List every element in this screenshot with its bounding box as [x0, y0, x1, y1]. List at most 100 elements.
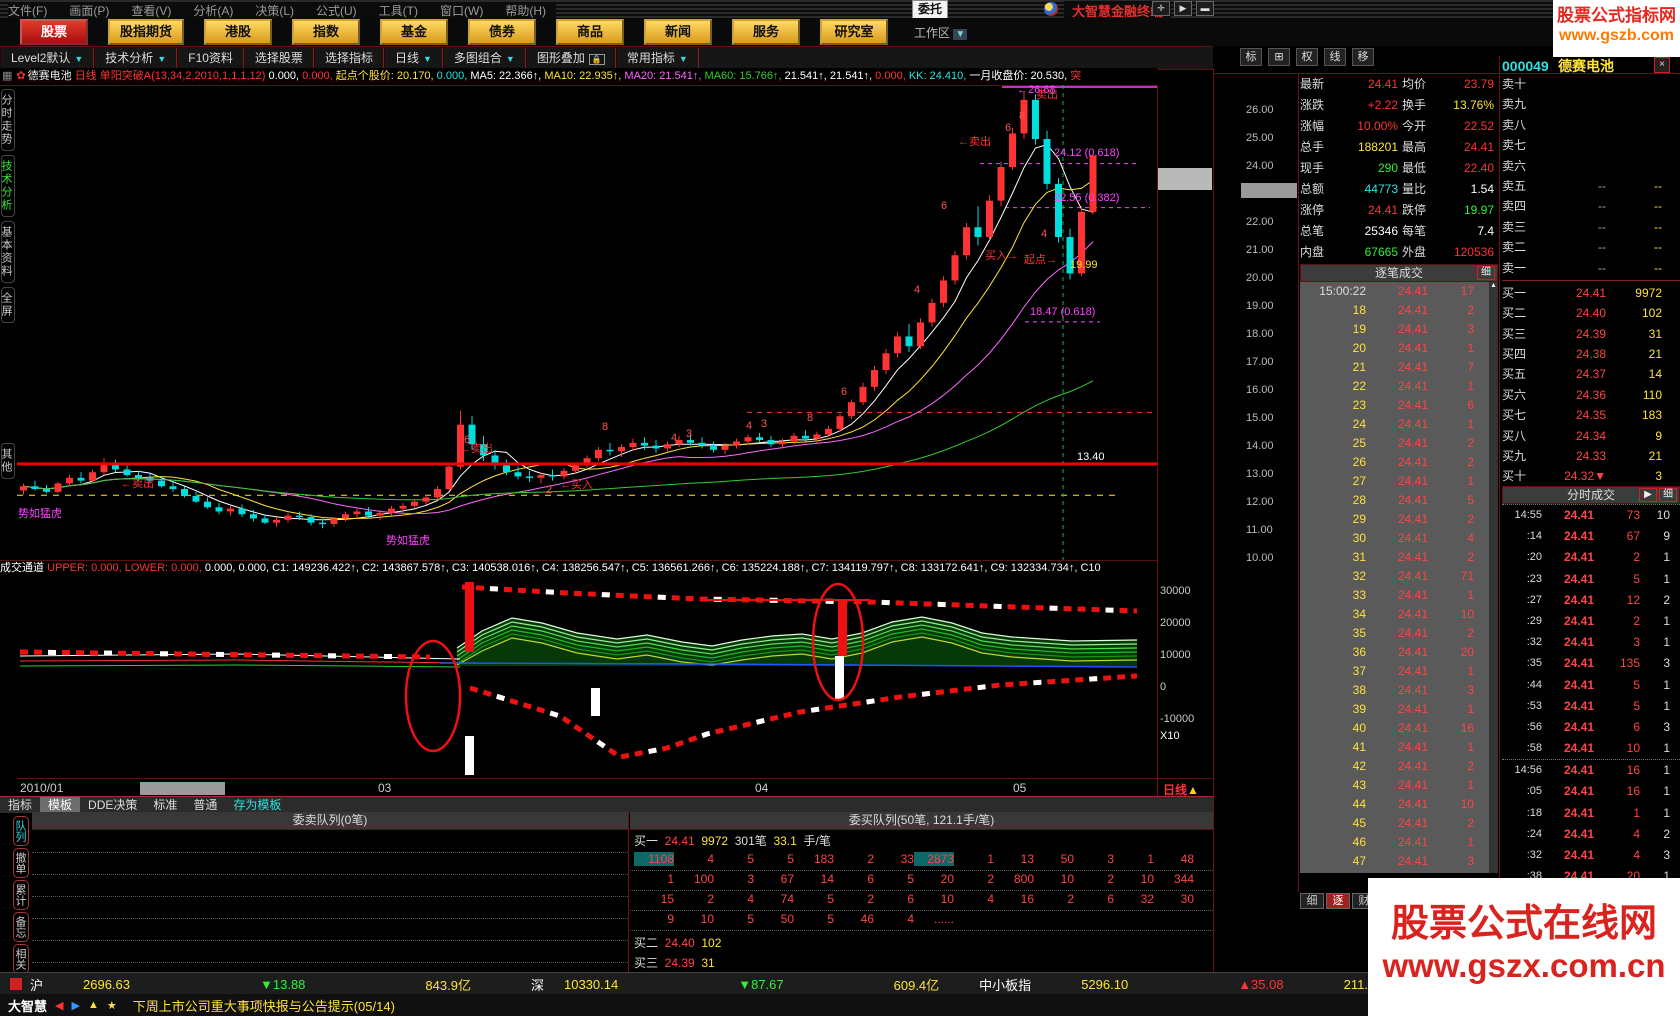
tick-row[interactable]: 15:00:22 24.41 17: [1300, 282, 1498, 301]
nav-button-研究室[interactable]: 研究室: [820, 19, 889, 45]
tab-普通[interactable]: 普通: [185, 797, 225, 813]
toolbar-item-日线[interactable]: 日线 ▼: [383, 48, 443, 68]
nav-button-商品[interactable]: 商品: [556, 19, 625, 45]
minute-row[interactable]: :23 24.41 5 1: [1502, 569, 1680, 590]
toolbar-item-图形叠加[interactable]: 图形叠加 🔒: [525, 48, 616, 68]
sell-level-row[interactable]: 卖十: [1502, 74, 1680, 94]
entrust-button[interactable]: 委托: [912, 0, 948, 19]
tick-row[interactable]: 21 24.41 7: [1300, 358, 1498, 377]
tick-row[interactable]: 33 24.41 1: [1300, 586, 1498, 605]
tick-row[interactable]: 28 24.41 5: [1300, 491, 1498, 510]
buy-level-row[interactable]: 买三 24.39 31: [1502, 324, 1680, 344]
tick-row[interactable]: 47 24.41 3: [1300, 852, 1498, 871]
buy-level-row[interactable]: 买一 24.41 9972: [1502, 283, 1680, 303]
vtab-队列[interactable]: 队列: [13, 816, 29, 846]
minute-row[interactable]: :27 24.41 12 2: [1502, 590, 1680, 611]
buy-level-row[interactable]: 买六 24.36 110: [1502, 385, 1680, 405]
tick-row[interactable]: 38 24.41 3: [1300, 681, 1498, 700]
mini-tool-button[interactable]: 权: [1296, 48, 1318, 66]
sidebar-tab-分时走势[interactable]: 分时走势: [0, 89, 15, 151]
minute-row[interactable]: 14:56 24.41 16 1: [1502, 759, 1680, 781]
toolbar-item-多图组合[interactable]: 多图组合 ▼: [442, 48, 526, 68]
scroll-thumb[interactable]: [1158, 168, 1212, 190]
sell-level-row[interactable]: 卖五 -- --: [1502, 176, 1680, 196]
sell-level-row[interactable]: 卖七: [1502, 135, 1680, 155]
tick-row[interactable]: 39 24.41 1: [1300, 700, 1498, 719]
sell-level-row[interactable]: 卖二 -- --: [1502, 237, 1680, 257]
tick-row[interactable]: 26 24.41 2: [1300, 453, 1498, 472]
tick-row[interactable]: 32 24.41 71: [1300, 567, 1498, 586]
minute-row[interactable]: :44 24.41 5 1: [1502, 675, 1680, 696]
menu-item[interactable]: 窗口(W): [440, 2, 483, 19]
tab-DDE决策[interactable]: DDE决策: [80, 797, 145, 813]
minute-row[interactable]: :29 24.41 2 1: [1502, 611, 1680, 632]
buy-level-row[interactable]: 买二 24.40 102: [1502, 303, 1680, 323]
sell-level-row[interactable]: 卖六: [1502, 156, 1680, 176]
menu-item[interactable]: 决策(L): [255, 2, 294, 19]
nav-button-基金[interactable]: 基金: [380, 19, 449, 45]
nav-button-指数[interactable]: 指数: [292, 19, 361, 45]
nav-button-债券[interactable]: 债券: [468, 19, 537, 45]
nav-button-港股[interactable]: 港股: [204, 19, 273, 45]
sell-level-row[interactable]: 卖三 -- --: [1502, 217, 1680, 237]
tick-row[interactable]: 31 24.41 2: [1300, 548, 1498, 567]
tick-row[interactable]: 45 24.41 2: [1300, 814, 1498, 833]
workspace-selector[interactable]: 工作区 ▼: [914, 24, 968, 41]
tick-row[interactable]: 40 24.41 16: [1300, 719, 1498, 738]
sell-level-row[interactable]: 卖四 -- --: [1502, 196, 1680, 216]
tick-row[interactable]: 24 24.41 1: [1300, 415, 1498, 434]
sidebar-tab-其他[interactable]: 其他: [0, 443, 15, 479]
tick-row[interactable]: 30 24.41 4: [1300, 529, 1498, 548]
menu-item[interactable]: 帮助(H): [505, 2, 546, 19]
detail-button[interactable]: 细: [1659, 488, 1677, 502]
play-button[interactable]: ▶: [1639, 488, 1657, 502]
sidebar-tab-全屏[interactable]: 全屏: [0, 287, 15, 323]
sidebar-tab-技术分析[interactable]: 技术分析: [0, 155, 15, 217]
minute-row[interactable]: :14 24.41 67 9: [1502, 526, 1680, 547]
buy-level-row[interactable]: 买四 24.38 21: [1502, 344, 1680, 364]
tick-row[interactable]: 19 24.41 3: [1300, 320, 1498, 339]
tick-row[interactable]: 23 24.41 6: [1300, 396, 1498, 415]
tab-存为模板[interactable]: 存为模板: [225, 797, 289, 813]
minute-row[interactable]: :32 24.41 4 3: [1502, 845, 1680, 866]
sell-level-row[interactable]: 卖一 -- --: [1502, 258, 1680, 278]
menu-item[interactable]: 分析(A): [193, 2, 233, 19]
tick-row[interactable]: 18 24.41 2: [1300, 301, 1498, 320]
tab-标准[interactable]: 标准: [145, 797, 185, 813]
minute-row[interactable]: :58 24.41 10 1: [1502, 738, 1680, 759]
sell-level-row[interactable]: 卖九: [1502, 94, 1680, 114]
toolbar-item-选择指标[interactable]: 选择指标: [313, 48, 384, 68]
detail-button[interactable]: 细: [1477, 266, 1495, 280]
menu-item[interactable]: 查看(V): [131, 2, 171, 19]
tick-row[interactable]: 42 24.41 2: [1300, 757, 1498, 776]
tick-row[interactable]: 44 24.41 10: [1300, 795, 1498, 814]
mini-tool-button[interactable]: 标: [1240, 48, 1262, 66]
minute-row[interactable]: :56 24.41 6 3: [1502, 717, 1680, 738]
tick-row[interactable]: 34 24.41 10: [1300, 605, 1498, 624]
minute-row[interactable]: 14:55 24.41 73 10: [1502, 504, 1680, 526]
nav-button-新闻[interactable]: 新闻: [644, 19, 713, 45]
buy-level-row[interactable]: 买八 24.34 9: [1502, 426, 1680, 446]
minute-row[interactable]: :53 24.41 5 1: [1502, 696, 1680, 717]
toolbar-item-Level2默认[interactable]: Level2默认 ▼: [0, 48, 95, 68]
toolbar-item-选择股票[interactable]: 选择股票: [243, 48, 314, 68]
toolbar-item-常用指标[interactable]: 常用指标 ▼: [615, 48, 699, 68]
minute-row[interactable]: :32 24.41 3 1: [1502, 632, 1680, 653]
horizontal-scroll-thumb[interactable]: [140, 782, 225, 795]
tick-row[interactable]: 41 24.41 1: [1300, 738, 1498, 757]
vtab-累计[interactable]: 累计: [13, 880, 29, 910]
sell-level-row[interactable]: 卖八: [1502, 115, 1680, 135]
close-icon[interactable]: ×: [1654, 57, 1670, 73]
panel-icon[interactable]: ✛: [1152, 1, 1170, 16]
tick-row[interactable]: 29 24.41 2: [1300, 510, 1498, 529]
strip-tab-逐[interactable]: 逐: [1326, 893, 1350, 909]
tick-row[interactable]: 46 24.41 1: [1300, 833, 1498, 852]
menu-item[interactable]: 文件(F): [8, 2, 47, 19]
nav-button-股指期货[interactable]: 股指期货: [108, 19, 185, 45]
vtab-备忘[interactable]: 备忘: [13, 912, 29, 942]
mini-tool-button[interactable]: 移: [1352, 48, 1374, 66]
tab-指标[interactable]: 指标: [0, 797, 40, 813]
tick-row[interactable]: 35 24.41 2: [1300, 624, 1498, 643]
tick-row[interactable]: 20 24.41 1: [1300, 339, 1498, 358]
panel-icon[interactable]: ▶: [1174, 1, 1192, 16]
